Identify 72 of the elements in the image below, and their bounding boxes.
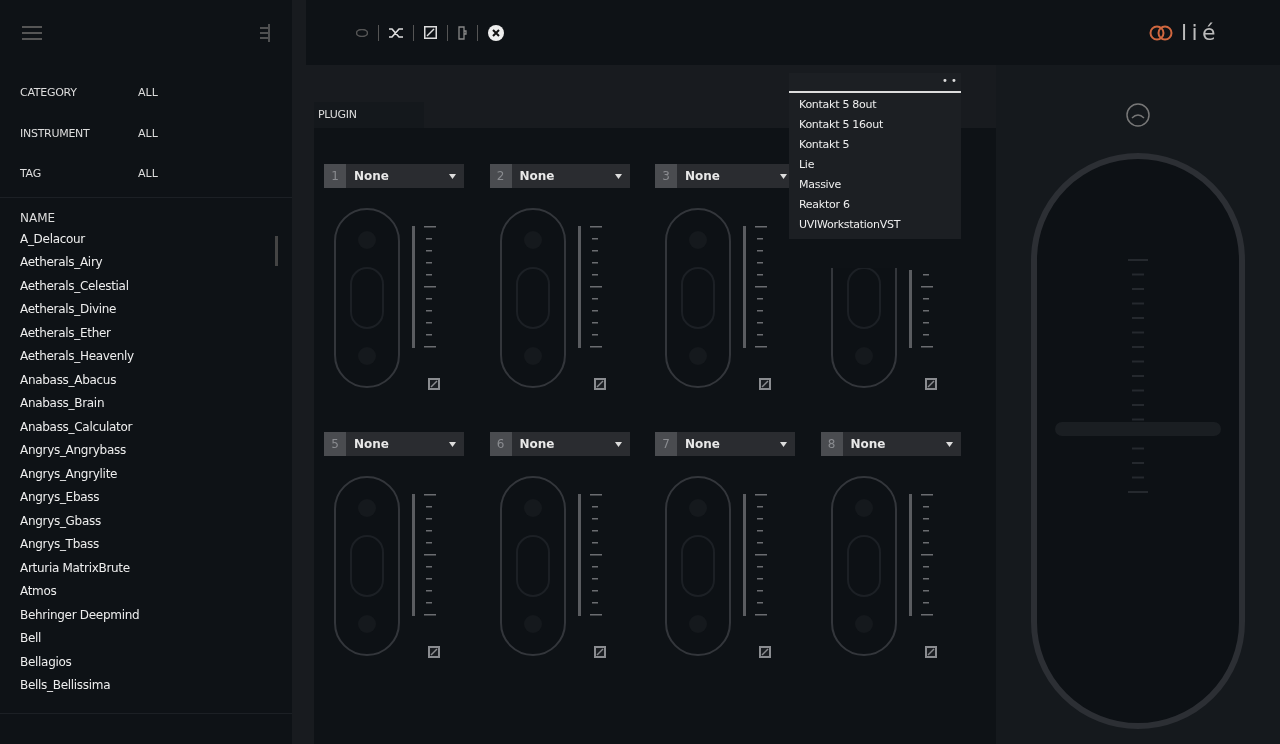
list-item[interactable]: Anabass_Calculator [20, 415, 272, 439]
list-item[interactable]: Arturia MatrixBrute [20, 556, 272, 580]
menu-option[interactable]: UVIWorkstationVST [789, 215, 961, 235]
checkbox-icon[interactable] [424, 26, 437, 39]
scrollbar-thumb[interactable] [275, 235, 278, 266]
list-item[interactable]: Atmos [20, 580, 272, 604]
caret-icon [614, 441, 622, 447]
plugin-tab[interactable]: PLUGIN [314, 102, 424, 128]
list-item[interactable]: Angrys_Angrybass [20, 439, 272, 463]
checkbox-icon[interactable] [759, 378, 771, 390]
checkbox-icon[interactable] [593, 378, 606, 390]
channel-number: 3 [655, 164, 677, 188]
list-item[interactable]: Angrys_Ebass [20, 486, 272, 510]
checkbox-icon[interactable] [593, 646, 606, 658]
caret-icon [614, 173, 622, 179]
caret-icon [780, 441, 787, 447]
list-item[interactable]: Bell [20, 627, 272, 651]
checkbox-icon[interactable] [428, 646, 440, 658]
rings-icon [1149, 24, 1174, 41]
plugin-select[interactable]: None [511, 164, 630, 188]
filter-label: INSTRUMENT [20, 125, 91, 142]
channel-number: 1 [324, 164, 346, 188]
list-item[interactable]: Aetherals_Divine [20, 298, 272, 322]
checkbox-icon[interactable] [428, 378, 440, 390]
plugin-select[interactable]: None [346, 432, 464, 456]
channel-number: 6 [489, 432, 512, 456]
channel-number: 5 [324, 432, 346, 456]
list-item[interactable]: Bells_Bellissima [20, 674, 272, 698]
menu-option[interactable]: Kontakt 5 8out [789, 95, 961, 115]
list-item[interactable]: Aetherals_Ether [20, 321, 272, 345]
eye-icon[interactable] [356, 28, 368, 37]
list-item[interactable]: Angrys_Tbass [20, 533, 272, 557]
filter-label: CATEGORY [20, 85, 78, 101]
list-header: NAME [20, 209, 57, 227]
caret-icon [945, 441, 953, 447]
channel-number: 2 [489, 164, 512, 188]
plugin-select[interactable]: None [677, 432, 795, 456]
filter-value[interactable]: ALL [138, 166, 158, 183]
close-icon[interactable] [488, 24, 504, 41]
caret-icon [780, 173, 787, 179]
list-item[interactable]: Bellagios [20, 650, 272, 674]
list-item[interactable]: Angrys_Angrylite [20, 462, 272, 486]
filter-label: TAG [20, 166, 42, 182]
list-item[interactable]: Angrys_Gbass [20, 509, 272, 533]
filter-value[interactable]: ALL [138, 125, 158, 142]
logo: lié [1149, 16, 1220, 49]
search-field[interactable]: • • [789, 73, 961, 93]
menu-option[interactable]: Kontakt 5 [789, 135, 961, 155]
checkbox-icon[interactable] [759, 646, 771, 658]
menu-icon[interactable] [22, 25, 42, 40]
list-item[interactable]: Anabass_Brain [20, 392, 272, 416]
list-item[interactable]: A_Delacour [20, 227, 272, 251]
caret-icon [449, 441, 456, 447]
list-item[interactable]: Behringer Deepmind [20, 603, 272, 627]
channel-number: 8 [820, 432, 843, 456]
menu-option[interactable]: Kontakt 5 16out [789, 115, 961, 135]
caret-icon [449, 173, 456, 179]
device-icon[interactable] [458, 25, 467, 40]
list-item[interactable]: Aetherals_Celestial [20, 274, 272, 298]
plugin-select[interactable]: None [511, 432, 630, 456]
list-item[interactable]: Aetherals_Airy [20, 251, 272, 275]
plugin-select[interactable]: None [346, 164, 464, 188]
plugin-select[interactable]: None [842, 432, 961, 456]
channel-number: 7 [655, 432, 677, 456]
menu-option[interactable]: Reaktor 6 [789, 195, 961, 215]
filter-value[interactable]: ALL [138, 85, 158, 102]
list-item[interactable]: Aetherals_Heavenly [20, 345, 272, 369]
shuffle-icon[interactable] [389, 26, 403, 39]
list-item[interactable]: Anabass_Abacus [20, 368, 272, 392]
checkbox-icon[interactable] [924, 646, 937, 658]
face-icon[interactable] [1126, 103, 1150, 127]
checkbox-icon[interactable] [924, 378, 937, 390]
